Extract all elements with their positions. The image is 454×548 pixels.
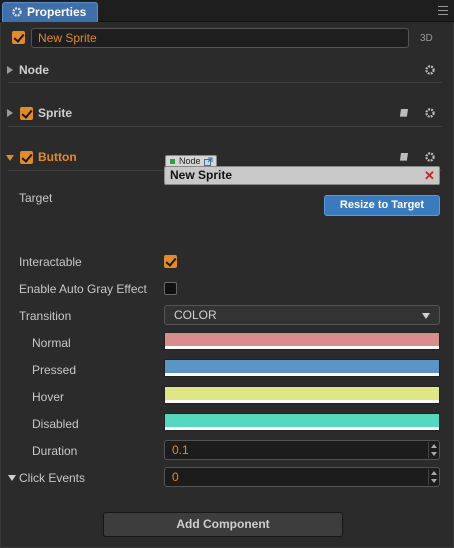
divider	[8, 82, 442, 83]
hover-label: Hover	[32, 390, 65, 404]
gear-icon	[12, 7, 22, 17]
external-link-icon[interactable]	[204, 157, 213, 166]
duration-stepper[interactable]	[428, 442, 438, 458]
target-node-value: New Sprite	[170, 168, 233, 182]
hover-color-swatch	[165, 387, 439, 400]
pressed-label: Pressed	[32, 363, 77, 377]
help-doc-icon[interactable]	[399, 152, 410, 162]
interactable-checkbox[interactable]	[164, 255, 177, 268]
tab-properties[interactable]: Properties	[2, 2, 98, 22]
button-enabled-checkbox[interactable]	[20, 151, 33, 164]
settings-gear-icon[interactable]	[424, 64, 436, 76]
transition-select[interactable]: COLOR	[164, 305, 440, 325]
add-component-button[interactable]: Add Component	[103, 512, 343, 537]
hover-color-field[interactable]	[164, 386, 440, 404]
node-type-icon	[170, 159, 175, 164]
auto-gray-label: Enable Auto Gray Effect	[19, 282, 147, 296]
pressed-color-swatch	[165, 360, 439, 373]
chevron-down-icon	[422, 313, 430, 319]
settings-gear-icon[interactable]	[424, 151, 436, 163]
stepper-down-icon[interactable]	[431, 452, 437, 456]
panel-titlebar: Properties	[0, 0, 454, 22]
tab-label: Properties	[27, 5, 87, 19]
pressed-color-field[interactable]	[164, 359, 440, 377]
duration-label: Duration	[32, 444, 78, 458]
section-button-title: Button	[38, 150, 77, 164]
node-type-label: Node	[179, 156, 201, 166]
transition-label: Transition	[19, 309, 72, 323]
click-events-count-input[interactable]: 0	[164, 467, 440, 487]
normal-label: Normal	[32, 336, 71, 350]
target-label: Target	[19, 191, 53, 205]
stepper-down-icon[interactable]	[431, 479, 437, 483]
disabled-color-field[interactable]	[164, 413, 440, 431]
collapse-arrow-icon	[6, 155, 14, 161]
section-sprite-header[interactable]: Sprite	[0, 103, 454, 125]
click-events-label[interactable]: Click Events	[19, 471, 85, 485]
click-events-count: 0	[172, 470, 179, 484]
collapse-arrow-icon[interactable]	[8, 475, 16, 481]
sprite-enabled-checkbox[interactable]	[20, 107, 33, 120]
section-node-header[interactable]: Node	[0, 60, 454, 82]
hamburger-menu-icon[interactable]	[438, 6, 448, 15]
alpha-bar	[165, 346, 439, 349]
alpha-bar	[165, 400, 439, 403]
section-sprite-title: Sprite	[38, 106, 73, 120]
disabled-color-swatch	[165, 414, 439, 427]
expand-arrow-icon	[7, 109, 13, 117]
expand-arrow-icon	[7, 66, 13, 74]
node-name-input[interactable]: New Sprite	[31, 28, 409, 48]
alpha-bar	[165, 427, 439, 430]
settings-gear-icon[interactable]	[424, 107, 436, 119]
disabled-label: Disabled	[32, 417, 79, 431]
section-node-title: Node	[19, 63, 49, 77]
divider	[8, 126, 442, 127]
transition-value: COLOR	[174, 308, 217, 322]
resize-to-target-button[interactable]: Resize to Target	[324, 195, 440, 216]
auto-gray-checkbox[interactable]	[164, 282, 177, 295]
help-doc-icon[interactable]	[399, 108, 410, 118]
normal-color-swatch	[165, 333, 439, 346]
clear-target-icon[interactable]: ✕	[424, 169, 435, 182]
target-node-field[interactable]: New Sprite ✕	[164, 166, 440, 185]
interactable-label: Interactable	[19, 255, 82, 269]
node-enabled-checkbox[interactable]	[12, 31, 25, 44]
stepper-up-icon[interactable]	[431, 444, 437, 448]
duration-value: 0.1	[172, 443, 189, 457]
stepper-up-icon[interactable]	[431, 471, 437, 475]
normal-color-field[interactable]	[164, 332, 440, 350]
duration-input[interactable]: 0.1	[164, 440, 440, 460]
click-events-stepper[interactable]	[428, 469, 438, 485]
alpha-bar	[165, 373, 439, 376]
3d-toggle[interactable]: 3D	[420, 33, 433, 44]
